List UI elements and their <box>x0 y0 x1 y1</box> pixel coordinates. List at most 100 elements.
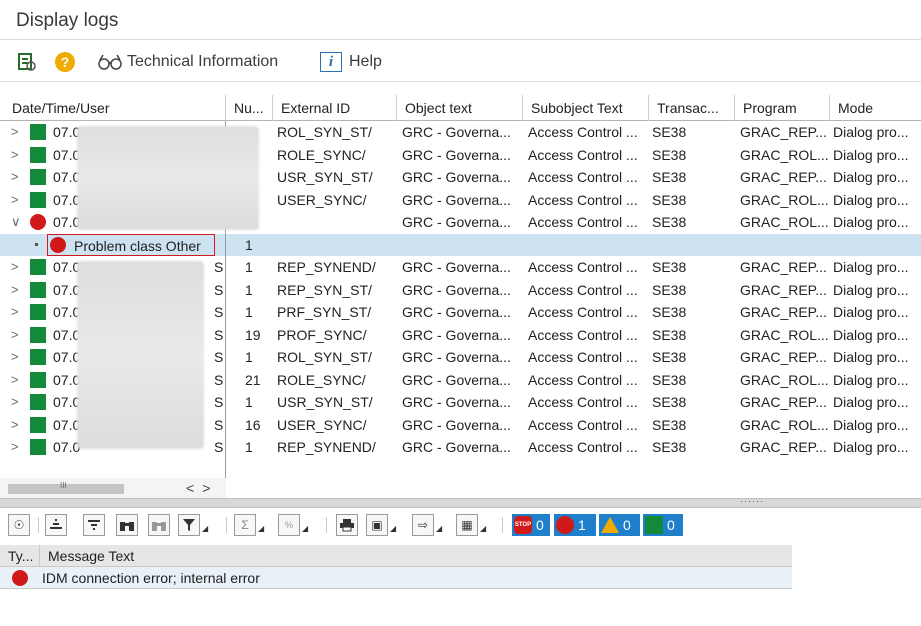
object-text-cell: GRC - Governa... <box>402 169 511 185</box>
col-header-object-text[interactable]: Object text <box>397 95 523 121</box>
details-button[interactable] <box>16 51 38 73</box>
external-id-cell: USER_SYNC/ <box>277 416 367 433</box>
success-count: 0 <box>667 517 675 533</box>
success-icon <box>30 394 46 410</box>
subobject-text-cell: Access Control ... <box>528 326 638 343</box>
mode-cell: Dialog pro... <box>833 124 909 140</box>
success-icon <box>30 124 46 140</box>
scroll-right-icon[interactable]: > <box>202 480 218 496</box>
expand-chevron-icon[interactable]: > <box>11 346 25 368</box>
error-icon <box>12 570 28 586</box>
pane-splitter[interactable]: ······ <box>0 496 921 508</box>
object-text-cell: GRC - Governa... <box>402 394 511 410</box>
stop-count-button[interactable]: STOP 0 <box>512 514 550 536</box>
success-icon <box>30 191 46 208</box>
find-next-button[interactable] <box>148 514 170 536</box>
details-view-button[interactable]: ☉ <box>8 514 30 536</box>
col-header-external-id[interactable]: External ID <box>273 95 397 121</box>
mode-cell: Dialog pro... <box>833 169 909 185</box>
col-header-program[interactable]: Program <box>735 95 830 121</box>
expand-chevron-icon[interactable]: > <box>11 414 25 436</box>
splitter-grip[interactable]: ······ <box>740 496 764 506</box>
number-cell: 1 <box>245 394 253 410</box>
user-cell: S <box>214 416 224 433</box>
col-header-mode[interactable]: Mode <box>830 95 921 121</box>
scroll-arrows[interactable]: <> <box>186 480 218 496</box>
col-header-message-text[interactable]: Message Text <box>40 545 792 567</box>
views-dropdown-icon[interactable]: ◢ <box>390 524 396 536</box>
error-count: 1 <box>578 517 586 533</box>
success-icon <box>30 439 46 455</box>
error-count-button[interactable]: 1 <box>554 514 596 536</box>
mode-cell: Dialog pro... <box>833 326 909 343</box>
program-cell <box>740 234 832 256</box>
program-cell: GRAC_REP... <box>740 304 827 320</box>
subtotal-dropdown-icon[interactable]: ◢ <box>302 524 308 536</box>
filter-button[interactable] <box>178 514 200 536</box>
glasses-icon: ☉ <box>13 518 25 532</box>
total-dropdown-icon[interactable]: ◢ <box>258 524 264 536</box>
collapse-chevron-icon[interactable]: ∨ <box>11 211 25 233</box>
object-text-cell: GRC - Governa... <box>402 146 511 163</box>
expand-chevron-icon[interactable]: > <box>11 279 25 301</box>
scrollbar-thumb[interactable]: III <box>8 481 124 494</box>
sort-descending-button[interactable] <box>83 514 105 536</box>
col-header-number[interactable]: Nu... <box>226 95 273 121</box>
table-row-problem-class[interactable]: Problem class Other 1 <box>0 233 921 256</box>
external-id-cell: PROF_SYNC/ <box>277 326 367 343</box>
external-id-cell <box>277 211 397 233</box>
views-button[interactable]: ▣ <box>366 514 388 536</box>
expand-chevron-icon[interactable]: > <box>11 391 25 413</box>
horizontal-scrollbar[interactable]: III <> <box>0 478 226 500</box>
printer-icon <box>340 519 354 532</box>
expand-chevron-icon[interactable]: > <box>11 144 25 166</box>
expand-chevron-icon[interactable]: > <box>11 369 25 391</box>
col-header-subobject-text[interactable]: Subobject Text <box>523 95 649 121</box>
transaction-cell <box>652 234 735 256</box>
export-dropdown-icon[interactable]: ◢ <box>436 524 442 536</box>
layout-dropdown-icon[interactable]: ◢ <box>480 524 486 536</box>
find-button[interactable] <box>116 514 138 536</box>
table-header: Date/Time/User Nu... External ID Object … <box>0 95 921 121</box>
expand-chevron-icon[interactable]: > <box>11 436 25 458</box>
object-text-cell: GRC - Governa... <box>402 439 511 455</box>
transaction-cell: SE38 <box>652 326 687 343</box>
success-count-button[interactable]: 0 <box>643 514 683 536</box>
export-button[interactable]: ⇨ <box>412 514 434 536</box>
external-id-cell: ROLE_SYNC/ <box>277 146 366 163</box>
transaction-cell: SE38 <box>652 191 687 208</box>
expand-chevron-icon[interactable]: > <box>11 121 25 143</box>
subobject-text-cell: Access Control ... <box>528 304 638 320</box>
col-header-type[interactable]: Ty... <box>0 545 40 567</box>
success-icon <box>30 371 46 388</box>
program-cell: GRAC_ROL... <box>740 416 829 433</box>
stop-icon: STOP <box>514 516 532 534</box>
views-icon: ▣ <box>371 518 383 532</box>
warning-count-button[interactable]: 0 <box>599 514 640 536</box>
expand-chevron-icon[interactable]: > <box>11 324 25 346</box>
expand-chevron-icon[interactable]: > <box>11 301 25 323</box>
print-button[interactable] <box>336 514 358 536</box>
technical-info-button[interactable]: Technical Information <box>97 51 278 73</box>
success-icon <box>30 349 46 365</box>
help-button[interactable]: i Help <box>320 51 382 73</box>
filter-dropdown-icon[interactable]: ◢ <box>202 524 208 536</box>
expand-chevron-icon[interactable]: > <box>11 166 25 188</box>
layout-button[interactable]: ▦ <box>456 514 478 536</box>
layout-icon: ▦ <box>461 518 473 532</box>
redacted-area <box>77 126 259 230</box>
external-id-cell: ROL_SYN_ST/ <box>277 349 372 365</box>
object-text-cell: GRC - Governa... <box>402 416 511 433</box>
col-header-date-time-user[interactable]: Date/Time/User <box>4 95 226 121</box>
col-header-transaction[interactable]: Transac... <box>649 95 735 121</box>
scroll-left-icon[interactable]: < <box>186 480 202 496</box>
expand-chevron-icon[interactable]: > <box>11 189 25 211</box>
expand-chevron-icon[interactable]: > <box>11 256 25 278</box>
mode-cell: Dialog pro... <box>833 349 909 365</box>
total-button[interactable]: Σ <box>234 514 256 536</box>
sort-ascending-button[interactable] <box>45 514 67 536</box>
subtotal-button[interactable]: % <box>278 514 300 536</box>
question-button[interactable]: ? <box>55 51 75 73</box>
message-row[interactable]: IDM connection error; internal error <box>0 567 792 589</box>
scrollbar-grip: III <box>60 481 67 490</box>
